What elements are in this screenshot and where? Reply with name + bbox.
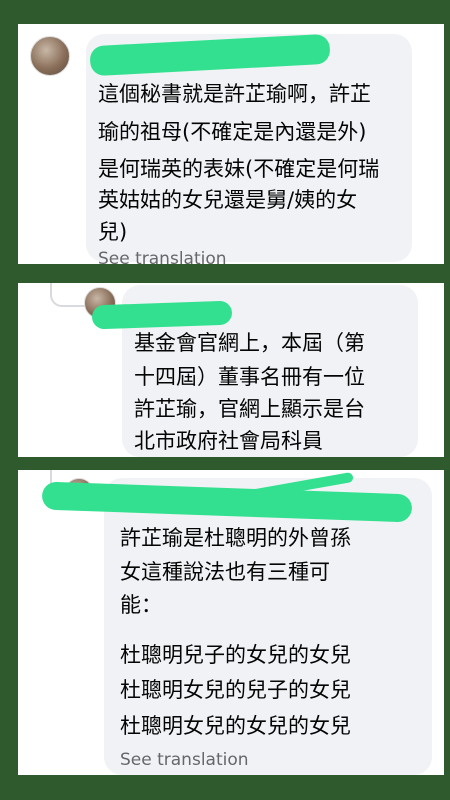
comment-line: 是何瑞英的表妹(不確定是何瑞 <box>98 157 380 181</box>
comment-line: 十四屆）董事名冊有一位 <box>134 365 365 389</box>
comment-line: 瑜的祖母(不確定是內還是外) <box>98 120 367 144</box>
comment-line: 兒) <box>98 220 128 244</box>
redaction-mark <box>89 33 331 77</box>
comment-line: 杜聰明女兒的兒子的女兒 <box>120 678 351 702</box>
comment-line: 這個秘書就是許芷瑜啊，許芷 <box>98 82 371 106</box>
comment-line: 基金會官網上，本屆（第 <box>134 331 365 355</box>
comment-line: 北市政府社會局科員 <box>134 429 323 453</box>
comment-panel-1: 這個秘書就是許芷瑜啊，許芷 瑜的祖母(不確定是內還是外) 是何瑞英的表妹(不確定… <box>18 24 444 264</box>
comment-panel-3: 許芷瑜是杜聰明的外曾孫 女這種說法也有三種可 能： 杜聰明兒子的女兒的女兒 杜聰… <box>18 470 444 775</box>
comment-line: 許芷瑜，官網上顯示是台 <box>134 397 365 421</box>
see-translation-link[interactable]: See translation <box>120 750 249 770</box>
comment-panel-2: 基金會官網上，本屆（第 十四屆）董事名冊有一位 許芷瑜，官網上顯示是台 北市政府… <box>18 283 444 457</box>
see-translation-link[interactable]: See translation <box>98 249 227 264</box>
comment-bubble: 基金會官網上，本屆（第 十四屆）董事名冊有一位 許芷瑜，官網上顯示是台 北市政府… <box>91 285 418 457</box>
comment-line: 英姑姑的女兒還是舅/姨的女 <box>98 188 358 212</box>
comment-line: 杜聰明兒子的女兒的女兒 <box>120 643 351 667</box>
redaction-mark <box>91 300 233 330</box>
comment-bubble: 這個秘書就是許芷瑜啊，許芷 瑜的祖母(不確定是內還是外) 是何瑞英的表妹(不確定… <box>86 33 412 264</box>
comment-line: 杜聰明女兒的女兒的女兒 <box>120 714 351 738</box>
comment-line: 能： <box>120 593 162 617</box>
comment-line: 女這種說法也有三種可 <box>120 560 330 584</box>
comment-line: 許芷瑜是杜聰明的外曾孫 <box>120 526 351 550</box>
commenter-avatar[interactable] <box>30 36 70 76</box>
comment-bubble: 許芷瑜是杜聰明的外曾孫 女這種說法也有三種可 能： 杜聰明兒子的女兒的女兒 杜聰… <box>41 471 432 775</box>
